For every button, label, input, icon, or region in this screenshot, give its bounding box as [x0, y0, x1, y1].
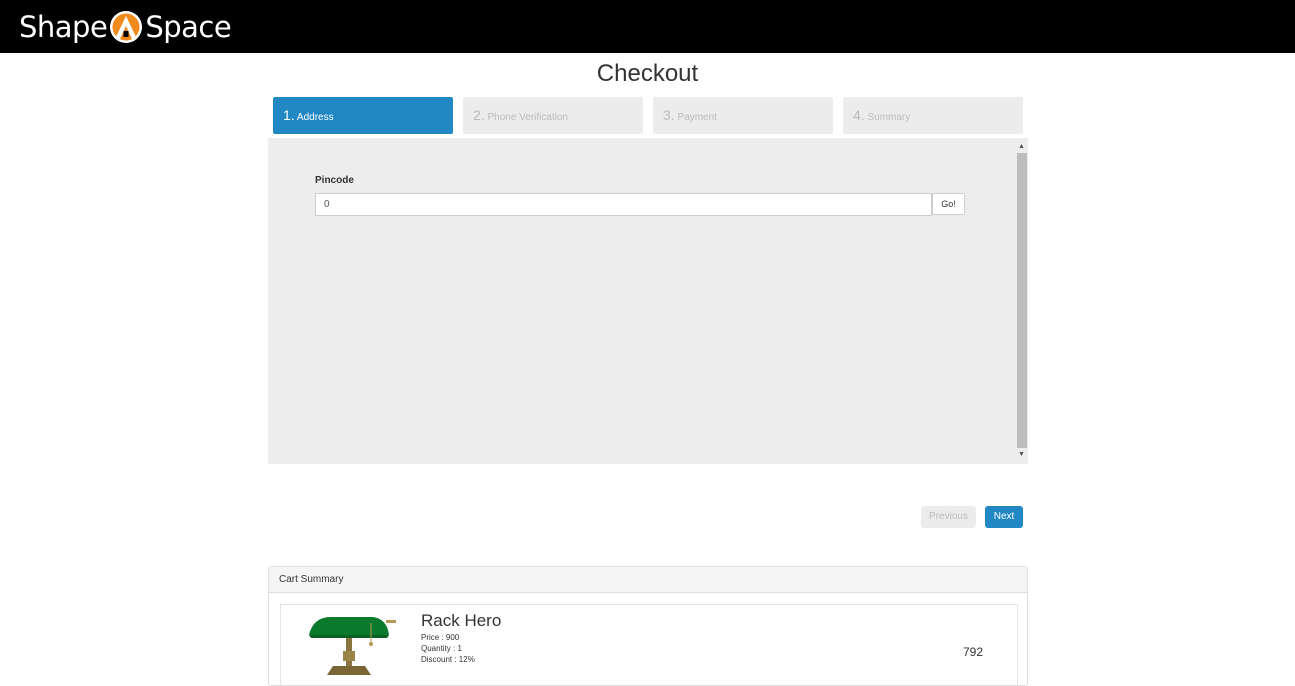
- step-phone-verification[interactable]: 2. Phone Verification: [463, 97, 643, 134]
- panel-scrollbar[interactable]: ▲ ▼: [1015, 138, 1028, 464]
- cart-item: Rack Hero Price : 900 Quantity : 1 Disco…: [280, 604, 1018, 685]
- logo-text-right: Space: [145, 10, 232, 44]
- step-address[interactable]: 1. Address: [273, 97, 453, 134]
- product-name: Rack Hero: [421, 611, 502, 630]
- product-price: Price : 900: [421, 633, 460, 642]
- go-button[interactable]: Go!: [932, 193, 965, 215]
- scroll-up-arrow-icon[interactable]: ▲: [1015, 140, 1028, 154]
- next-button[interactable]: Next: [985, 506, 1023, 528]
- product-total: 792: [963, 645, 984, 659]
- step-label: Address: [296, 112, 334, 123]
- product-discount: Discount : 12%: [421, 655, 475, 664]
- product-image-lamp: [309, 617, 396, 675]
- step-number: 3.: [663, 107, 675, 123]
- step-number: 4.: [853, 107, 865, 123]
- pincode-label: Pincode: [315, 175, 354, 186]
- product-quantity: Quantity : 1: [421, 644, 462, 653]
- step-summary[interactable]: 4. Summary: [843, 97, 1023, 134]
- step-label: Summary: [867, 112, 911, 123]
- page-title: Checkout: [596, 60, 699, 87]
- scroll-down-arrow-icon[interactable]: ▼: [1015, 448, 1028, 462]
- shape-a-space-logo[interactable]: Shape Space: [19, 9, 232, 45]
- step-payment[interactable]: 3. Payment: [653, 97, 833, 134]
- pincode-input[interactable]: 0: [315, 193, 932, 216]
- step-label: Payment: [677, 112, 717, 123]
- previous-button[interactable]: Previous: [921, 506, 976, 528]
- step-label: Phone Verification: [487, 112, 569, 123]
- scrollbar-thumb[interactable]: [1017, 153, 1027, 448]
- step-number: 2.: [473, 107, 485, 123]
- logo-text-left: Shape: [19, 10, 108, 44]
- address-step-panel: Pincode 0 Go! ▲ ▼: [268, 138, 1028, 464]
- cart-summary-title: Cart Summary: [269, 567, 1027, 593]
- top-navbar: Shape Space: [0, 0, 1295, 53]
- cart-summary-panel: Cart Summary Rack Hero Price : 900 Quant…: [268, 566, 1028, 686]
- step-number: 1.: [283, 107, 295, 123]
- house-logo-icon: [110, 11, 143, 43]
